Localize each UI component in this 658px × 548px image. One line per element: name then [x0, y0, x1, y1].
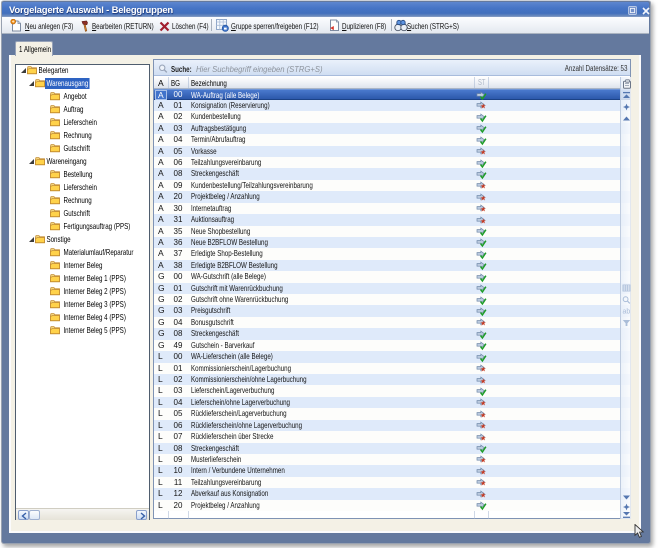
svg-text:ab: ab — [623, 309, 631, 316]
